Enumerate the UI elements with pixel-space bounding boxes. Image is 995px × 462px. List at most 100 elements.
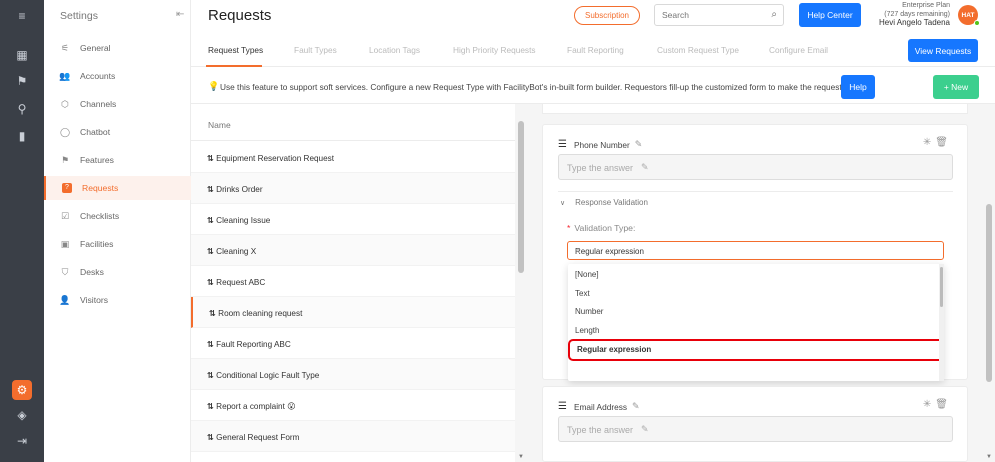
option-number[interactable]: Number <box>568 303 944 321</box>
sidebar-item-checklists[interactable]: ☑ Checklists <box>44 204 191 228</box>
list-item-label: ⇅ Cleaning X <box>207 247 257 256</box>
sidebar-item-features[interactable]: ⚑ Features <box>44 148 191 172</box>
trash-icon[interactable]: 🗑 <box>935 137 952 148</box>
edit-icon[interactable]: ✎ <box>641 162 649 173</box>
sidebar-item-requests[interactable]: ? Requests <box>44 176 191 200</box>
required-marker: * <box>567 223 571 233</box>
required-asterisk-icon[interactable]: ✳ <box>923 137 935 148</box>
list-scrollbar-thumb[interactable] <box>518 121 524 273</box>
new-button[interactable]: + New <box>933 75 979 99</box>
list-item[interactable]: ⇅ General Request Form <box>191 421 515 452</box>
option-length[interactable]: Length <box>568 322 944 340</box>
building-icon: ▣ <box>60 238 70 249</box>
form-scrollbar-thumb[interactable] <box>986 204 992 382</box>
logout-icon[interactable]: ⇥ <box>12 431 32 451</box>
sidebar-item-accounts[interactable]: 👥 Accounts <box>44 64 191 88</box>
search-icon[interactable]: ⌕ <box>771 9 777 20</box>
sort-icon: ⇅ <box>207 278 214 287</box>
avatar[interactable]: HAT <box>958 5 980 26</box>
list-item[interactable]: ⇅ Drinks Order <box>191 173 515 204</box>
sidebar-item-visitors[interactable]: 👤 Visitors <box>44 288 191 312</box>
menu-toggle-icon[interactable]: ≡ <box>12 6 32 26</box>
question-title: ☰ Email Address ✎ <box>558 401 640 412</box>
request-icon: ? <box>62 183 72 193</box>
plan-name: Enterprise Plan <box>902 2 950 9</box>
chevron-down-icon: ∨ <box>560 200 566 207</box>
cube-icon[interactable]: ◈ <box>12 405 32 425</box>
sidebar-item-channels[interactable]: ⬡ Channels <box>44 92 191 116</box>
sidebar-item-facilities[interactable]: ▣ Facilities <box>44 232 191 256</box>
dropdown-scrollbar-thumb[interactable] <box>940 267 943 307</box>
scroll-down-arrow-icon[interactable]: ▼ <box>986 454 992 460</box>
sort-icon: ⇅ <box>207 402 214 411</box>
sort-icon: ⇅ <box>207 154 214 163</box>
validation-type-select[interactable]: Regular expression ∧ <box>567 241 944 260</box>
list-item-label: ⇅ Cleaning Issue <box>207 216 271 225</box>
list-header: Name <box>191 104 515 141</box>
subscription-button[interactable]: Subscription <box>574 6 640 25</box>
validation-type-label: * Validation Type: <box>567 223 636 233</box>
list-item[interactable]: ⇅ Conditional Logic Fault Type <box>191 359 515 390</box>
user-name[interactable]: Hevi Angelo Tadena <box>879 18 950 28</box>
page-title: Requests <box>208 7 272 24</box>
chat-icon: ◯ <box>59 126 71 137</box>
sort-icon: ⇅ <box>207 216 214 225</box>
sidebar-item-chatbot[interactable]: ◯ Chatbot <box>44 120 191 144</box>
sort-icon: ⇅ <box>207 371 214 380</box>
online-status-dot <box>974 20 980 26</box>
desk-icon: ⛉ <box>61 266 69 277</box>
option-regular-expression[interactable]: Regular expression <box>568 339 944 361</box>
list-scrollbar[interactable]: ▼ <box>515 104 527 462</box>
cube-icon: ⬡ <box>61 98 69 109</box>
list-item[interactable]: ⇅ Equipment Reservation Request <box>191 142 515 173</box>
tab-fault-reporting[interactable]: Fault Reporting <box>567 45 624 55</box>
short-text-icon: ☰ <box>558 139 567 150</box>
edit-icon[interactable]: ✎ <box>641 424 649 435</box>
search-box[interactable]: ⌕ <box>654 4 784 26</box>
checklist-icon: ☑ <box>60 210 70 221</box>
tab-high-priority-requests[interactable]: High Priority Requests <box>453 45 536 55</box>
help-center-button[interactable]: Help Center <box>799 3 861 27</box>
option-none[interactable]: [None] <box>568 266 944 284</box>
scroll-down-arrow-icon[interactable]: ▼ <box>518 454 524 460</box>
list-item[interactable]: ⇅ Cleaning Issue <box>191 204 515 235</box>
required-asterisk-icon[interactable]: ✳ <box>923 399 935 410</box>
trash-icon[interactable]: 🗑 <box>935 399 952 410</box>
response-validation-toggle[interactable]: ∨ Response Validation <box>560 198 648 207</box>
tab-request-types[interactable]: Request Types <box>208 45 263 55</box>
settings-sidebar: Settings ⇤ ⚟ General 👥 Accounts ⬡ Channels … <box>44 0 191 462</box>
settings-icon[interactable]: ⚙ <box>12 380 32 400</box>
edit-icon[interactable]: ✎ <box>632 401 640 412</box>
list-item[interactable]: ⇅ Request ABC <box>191 266 515 297</box>
answer-field[interactable]: Type the answer ✎ <box>558 416 953 442</box>
chevron-up-icon: ∧ <box>575 246 581 255</box>
collapse-sidebar-icon[interactable]: ⇤ <box>176 9 184 20</box>
tab-fault-types[interactable]: Fault Types <box>294 45 337 55</box>
sidebar-item-desks[interactable]: ⛉ Desks <box>44 260 191 284</box>
list-item[interactable]: ⇅ Cleaning X <box>191 235 515 266</box>
left-rail: ≡ ▦ ⚑ ⚲ ▮ ⚙ ◈ ⇥ <box>0 0 44 462</box>
option-text[interactable]: Text <box>568 285 944 303</box>
list-item-label: ⇅ Equipment Reservation Request <box>207 154 335 163</box>
question-actions: ✳🗑 <box>923 399 952 410</box>
dropdown-scrollbar[interactable] <box>939 264 944 381</box>
list-item[interactable]: ⇅ Fault Reporting ABC <box>191 328 515 359</box>
dashboard-icon[interactable]: ▦ <box>12 45 32 65</box>
tab-location-tags[interactable]: Location Tags <box>369 45 420 55</box>
hierarchy-icon[interactable]: ⚲ <box>12 99 32 119</box>
form-scrollbar[interactable]: ▼ <box>983 104 995 462</box>
help-button[interactable]: Help <box>841 75 875 99</box>
list-item-label: ⇅ General Request Form <box>207 433 300 442</box>
list-item[interactable]: ⇅ Report a complaint 😮 <box>191 390 515 421</box>
users-icon: 👥 <box>59 70 71 81</box>
analytics-icon[interactable]: ▮ <box>12 126 32 146</box>
list-item-selected[interactable]: ⇅ Room cleaning request <box>191 297 515 328</box>
sidebar-item-general[interactable]: ⚟ General <box>44 36 191 60</box>
edit-icon[interactable]: ✎ <box>635 139 643 150</box>
search-input[interactable] <box>662 10 762 20</box>
view-requests-button[interactable]: View Requests <box>908 39 978 62</box>
tab-custom-request-type[interactable]: Custom Request Type <box>657 45 739 55</box>
features-icon[interactable]: ⚑ <box>12 71 32 91</box>
answer-field[interactable]: Type the answer ✎ <box>558 154 953 180</box>
tab-configure-email[interactable]: Configure Email <box>769 45 828 55</box>
